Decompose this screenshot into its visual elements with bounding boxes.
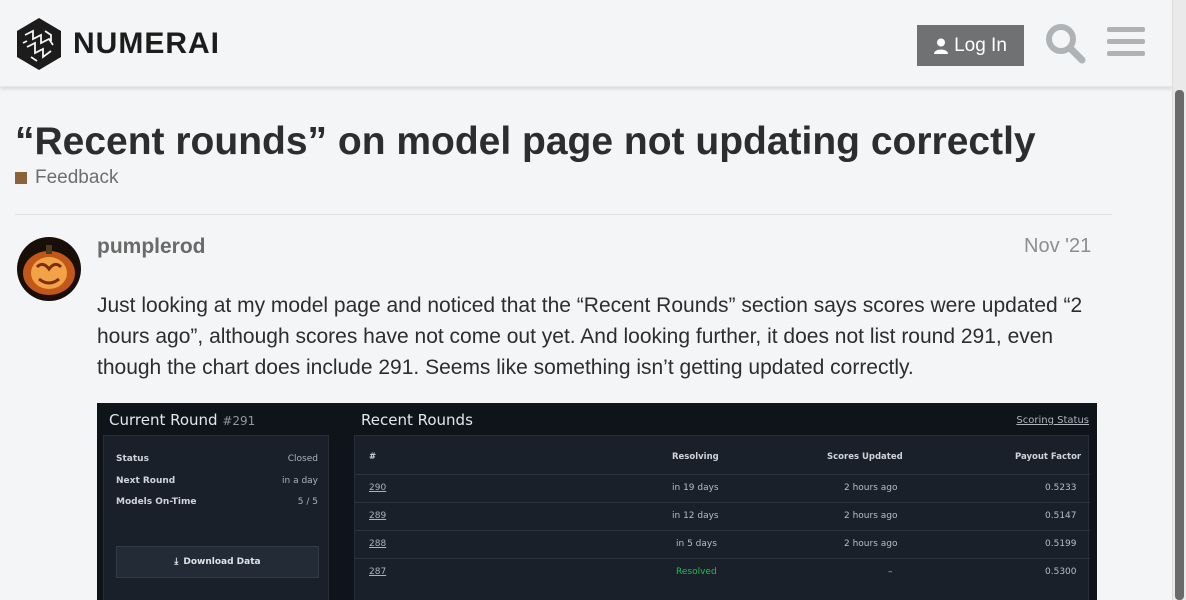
round-number: 290	[369, 483, 387, 493]
post-date[interactable]: Nov '21	[1024, 235, 1091, 258]
table-row: 288 in 5 days 2 hours ago 0.5199	[355, 530, 1090, 558]
login-label: Log In	[954, 34, 1007, 56]
download-icon: ⤓	[174, 557, 179, 567]
search-button[interactable]	[1044, 22, 1086, 64]
table-row: 287 Resolved – 0.5300	[355, 558, 1090, 586]
embedded-screenshot[interactable]: Current Round #291 Status Closed Next Ro…	[97, 403, 1097, 600]
next-round-value: in a day	[282, 476, 318, 486]
user-icon	[934, 38, 949, 54]
numerai-logo-icon	[17, 18, 61, 70]
recent-rounds-table: # Resolving Scores Updated Payout Factor…	[354, 435, 1090, 600]
menu-bar	[1107, 27, 1145, 32]
round-number: 287	[369, 567, 387, 577]
category-color-square	[15, 172, 27, 184]
resolving-cell: in 12 days	[672, 511, 719, 521]
status-label: Status	[116, 454, 149, 464]
col-header-scores-updated: Scores Updated	[827, 452, 903, 462]
resolving-cell: in 19 days	[672, 483, 719, 493]
avatar[interactable]	[17, 237, 81, 301]
logo-text: NUMERAI	[73, 27, 220, 60]
scores-updated-cell: 2 hours ago	[844, 539, 898, 549]
col-header-payout-factor: Payout Factor	[1015, 452, 1082, 462]
scores-updated-cell: 2 hours ago	[844, 483, 898, 493]
round-number: 289	[369, 511, 387, 521]
scrollbar[interactable]	[1172, 0, 1186, 600]
table-row: 290 in 19 days 2 hours ago 0.5233	[355, 474, 1090, 502]
menu-bar	[1107, 39, 1145, 44]
site-header: NUMERAI Log In	[0, 0, 1172, 87]
payout-cell: 0.5300	[1045, 567, 1077, 577]
category-badge[interactable]: Feedback	[15, 167, 118, 189]
download-label: Download Data	[183, 557, 261, 567]
payout-cell: 0.5147	[1045, 511, 1077, 521]
hamburger-menu-button[interactable]	[1107, 27, 1145, 61]
scrollbar-thumb[interactable]	[1175, 90, 1184, 600]
resolving-cell: Resolved	[676, 567, 717, 577]
download-data-button: ⤓ Download Data	[116, 546, 319, 578]
topic-title[interactable]: “Recent rounds” on model page not updati…	[15, 120, 1036, 164]
category-name: Feedback	[35, 167, 119, 188]
login-button[interactable]: Log In	[917, 25, 1024, 66]
current-round-card: Status Closed Next Round in a day Models…	[103, 435, 329, 600]
scoring-status-link: Scoring Status	[1016, 415, 1089, 426]
col-header-resolving: Resolving	[672, 452, 719, 462]
models-on-time-value: 5 / 5	[297, 497, 318, 507]
current-round-label: Current Round	[109, 411, 218, 429]
menu-bar	[1107, 51, 1145, 56]
recent-rounds-title: Recent Rounds	[361, 411, 473, 429]
post-body: Just looking at my model page and notice…	[97, 294, 1083, 379]
scores-updated-cell: 2 hours ago	[844, 511, 898, 521]
status-value: Closed	[287, 454, 318, 464]
post-username[interactable]: pumplerod	[97, 235, 206, 259]
current-round-number: #291	[222, 414, 256, 428]
pumpkin-avatar-image	[17, 237, 81, 301]
resolving-cell: in 5 days	[676, 539, 717, 549]
models-on-time-label: Models On-Time	[116, 497, 197, 507]
scores-updated-cell: –	[888, 567, 893, 577]
payout-cell: 0.5199	[1045, 539, 1077, 549]
current-round-title: Current Round #291	[109, 411, 255, 429]
next-round-label: Next Round	[116, 476, 176, 486]
payout-cell: 0.5233	[1045, 483, 1077, 493]
round-number: 288	[369, 539, 387, 549]
search-icon	[1046, 24, 1086, 64]
col-header-round: #	[369, 452, 377, 462]
table-row: 289 in 12 days 2 hours ago 0.5147	[355, 502, 1090, 530]
numerai-logo[interactable]: NUMERAI	[15, 17, 220, 71]
divider	[15, 214, 1112, 215]
